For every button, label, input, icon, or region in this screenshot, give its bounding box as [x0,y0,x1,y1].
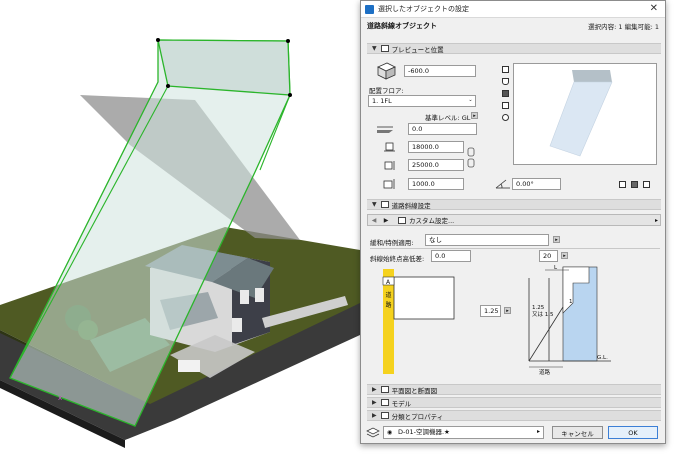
preview-panel-icon [380,45,389,52]
road-panel-title: 道路斜線設定 [391,201,431,210]
relaxation-select[interactable]: なし [425,234,549,246]
custom-settings-icon [398,216,406,224]
diagram-gl-label: G.L. [597,355,608,361]
base-level-label: 基準レベル: GL [425,114,471,122]
chain-link-icon[interactable] [467,147,475,169]
preview-top-face [572,70,612,82]
custom-settings-bar[interactable]: ◀ ▶ カスタム設定... ▸ [367,214,661,226]
info-icon[interactable] [502,114,509,121]
slope-count-field[interactable]: 20 [539,250,558,262]
mirror-checkbox[interactable] [619,181,626,188]
model-panel-header[interactable]: ▶ モデル [367,397,661,408]
classification-icon [380,412,389,419]
custom-settings-label: カスタム設定... [409,217,455,225]
diagram-road-label: 道路 [539,368,551,376]
offset-cube-icon [377,62,396,80]
origin-mark: x [58,394,62,402]
prev-page-icon[interactable]: ◀ [368,215,380,225]
eye-icon: ◉ [387,429,393,436]
layer-stack-icon [366,427,380,438]
section-view-icon[interactable] [502,78,509,85]
next-page-icon[interactable]: ▶ [380,215,392,225]
archicad-app-icon [365,4,374,14]
dialog-footer: D-01-空調機器.★ ◉ ▸ キャンセル OK [361,423,665,443]
slope-top-face [157,39,291,96]
width-icon [384,142,395,152]
close-icon[interactable]: ✕ [650,3,658,14]
plan-section-icon [380,386,389,393]
layer-select[interactable]: D-01-空調機器.★ [383,426,544,439]
slope-ratio-dropdown-icon[interactable]: ▸ [504,307,511,314]
handle-point [166,84,170,88]
plan-section-panel-header[interactable]: ▶ 平面図と断面図 [367,384,661,395]
handle-point [156,38,160,42]
diagram-one-label: 1 [569,299,573,305]
layer-dropdown-icon[interactable]: ▸ [537,428,540,435]
cancel-button[interactable]: キャンセル [552,426,603,439]
slope-ratio-field[interactable]: 1.25 [480,305,501,317]
reset-icon[interactable] [643,181,650,188]
collapse-triangle-icon: ▶ [372,386,377,393]
collapse-triangle-icon: ▶ [372,399,377,406]
collapse-triangle-icon: ▶ [372,412,377,419]
start-height-field[interactable]: 0.0 [431,250,471,262]
relaxation-label: 緩和/特例適用: [370,239,414,247]
handle-point [288,93,292,97]
diagram-road-label-1: 道 [386,291,392,299]
ok-button[interactable]: OK [608,426,658,439]
slope-count-dropdown-icon[interactable]: ▸ [561,252,568,259]
preview-svg [549,70,613,157]
selection-info: 選択内容: 1 編集可能: 1 [588,23,659,31]
floor-plan-view-icon[interactable] [502,66,509,73]
building-outline [393,276,455,320]
object-header-row: 道路斜線オブジェクト 選択内容: 1 編集可能: 1 [361,18,665,34]
preview-slope-face [549,81,613,157]
chevron-down-icon: ⌄ [468,97,473,103]
custom-settings-arrow-icon[interactable]: ▸ [655,217,658,224]
diagram-ratio-label-2: 又は 1.5 [532,311,554,318]
handle-point [286,39,290,43]
road-plan-diagram: A 道 路 [382,269,455,374]
classification-title: 分類とプロパティ [391,412,444,421]
divider [370,248,660,249]
relaxation-dropdown-icon[interactable]: ▸ [553,236,560,243]
model-icon [380,399,389,406]
diagram-road-label-2: 路 [386,301,392,309]
list-view-icon[interactable] [502,102,509,109]
mirror-icon[interactable] [631,181,638,188]
base-level-dropdown-icon[interactable]: ▸ [471,112,478,119]
road-panel-icon [380,201,389,208]
elevation-icon [377,126,393,133]
rotation-angle-icon [495,179,510,189]
preview-panel-header[interactable]: ▼ プレビューと位置 [367,43,661,54]
3d-view-icon[interactable] [502,90,509,97]
expand-triangle-icon: ▼ [372,201,377,208]
preview-panel-title: プレビューと位置 [391,45,444,54]
classification-panel-header[interactable]: ▶ 分類とプロパティ [367,410,661,421]
height-field[interactable]: 1000.0 [408,178,464,190]
angle-field[interactable]: 0.00° [512,178,561,190]
floor-label: 配置フロア: [369,87,404,95]
start-height-label: 斜線始終点高低差: [370,255,425,263]
plan-section-title: 平面図と断面図 [391,386,438,395]
object-settings-dialog: 選択したオブジェクトの設定 ✕ 道路斜線オブジェクト 選択内容: 1 編集可能:… [360,0,666,444]
model-title: モデル [391,399,412,408]
object-preview [513,63,657,165]
road-panel-header[interactable]: ▼ 道路斜線設定 [367,199,661,210]
dialog-titlebar[interactable]: 選択したオブジェクトの設定 ✕ [361,1,665,18]
width-field[interactable]: 18000.0 [408,141,464,153]
floor-select[interactable]: 1. 1FL [368,95,476,107]
depth-icon [384,161,395,170]
depth-field[interactable]: 25000.0 [408,159,464,171]
expand-triangle-icon: ▼ [372,45,377,52]
road-section-diagram: L 1.25 又は 1.5 1 道路 G.L. [528,265,611,376]
diagram-ratio-label-1: 1.25 [532,305,545,311]
height-icon [383,179,395,189]
elevation-field[interactable]: 0.0 [408,123,477,135]
dialog-title: 選択したオブジェクトの設定 [378,5,469,13]
offset-field[interactable]: -600.0 [404,65,476,77]
object-name: 道路斜線オブジェクト [367,22,437,30]
